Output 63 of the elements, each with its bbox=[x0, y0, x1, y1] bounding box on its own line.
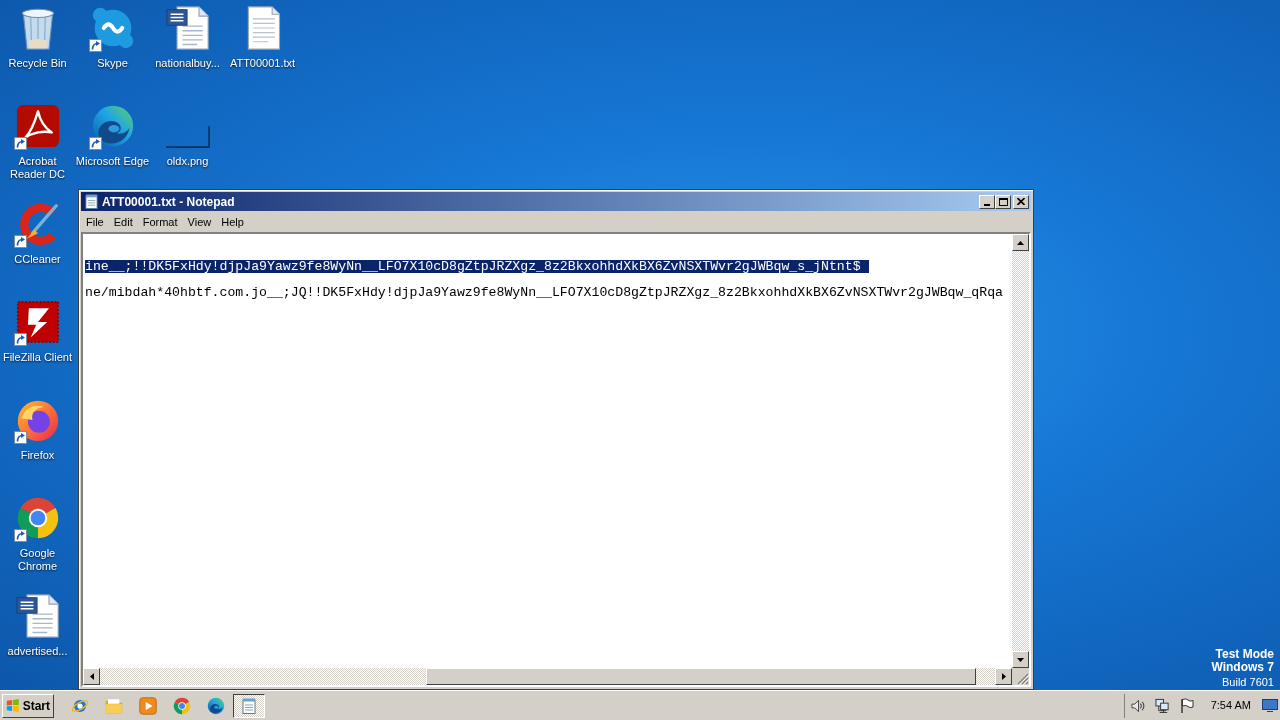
scroll-right-button[interactable] bbox=[995, 668, 1012, 685]
desktop-item[interactable]: Acrobat Reader DC bbox=[0, 100, 75, 181]
desktop-item[interactable]: CCleaner bbox=[0, 198, 75, 266]
menu-item[interactable]: View bbox=[182, 215, 217, 229]
image-file-icon bbox=[165, 126, 210, 148]
desktop-item[interactable]: FileZilla Client bbox=[0, 296, 75, 364]
notepad-icon bbox=[85, 194, 98, 209]
maximize-button[interactable] bbox=[995, 194, 1011, 209]
window-title: ATT00001.txt - Notepad bbox=[102, 194, 235, 209]
clock-text[interactable]: 7:54 AM bbox=[1210, 699, 1251, 712]
text-line: ne/mibdah*40hbtf.com.jo__;JQ!!DK5FxHdy!djpJa9Yawz9fe8WyNn__LFO7X10cD8gZtpJRZXgz_8z2BkxohhdXkBX6ZvNSXTWvr2gJWBqw_qRqa bbox=[85, 286, 1003, 299]
show-desktop-icon[interactable] bbox=[1262, 699, 1278, 712]
speaker-icon[interactable] bbox=[1130, 698, 1146, 713]
desktop-item[interactable]: Skype bbox=[75, 2, 150, 70]
lightning-bolt-icon bbox=[15, 300, 60, 344]
menu-item[interactable]: File bbox=[81, 215, 109, 229]
horizontal-scrollbar[interactable] bbox=[83, 668, 1012, 685]
chat-app-icon bbox=[90, 6, 135, 50]
document-icon bbox=[15, 594, 60, 638]
menu-item[interactable]: Format bbox=[137, 215, 183, 229]
menu-item[interactable]: Edit bbox=[108, 215, 138, 229]
desktop-item[interactable]: Firefox bbox=[0, 394, 75, 462]
notepad-icon bbox=[242, 697, 256, 714]
menu-item[interactable]: Help bbox=[216, 215, 249, 229]
vertical-scrollbar[interactable] bbox=[1012, 234, 1029, 668]
left-arrow-icon bbox=[89, 673, 94, 680]
network-icon[interactable] bbox=[1154, 698, 1170, 713]
browser-icon[interactable] bbox=[207, 696, 225, 715]
browser-icon[interactable] bbox=[173, 696, 191, 715]
down-arrow-icon bbox=[1017, 657, 1024, 662]
desktop-item[interactable]: Microsoft Edge bbox=[75, 100, 150, 168]
document-icon bbox=[165, 6, 210, 50]
system-notice-text: Windows 7 bbox=[1211, 661, 1274, 674]
desktop-item[interactable]: oldx.png bbox=[150, 100, 225, 168]
start-logo-icon bbox=[6, 698, 20, 713]
start-button[interactable]: Start bbox=[2, 693, 54, 718]
desktop-item[interactable]: Recycle Bin bbox=[0, 2, 75, 70]
system-notice-text: Test Mode bbox=[1215, 648, 1274, 661]
maximize-icon bbox=[998, 197, 1008, 206]
close-icon bbox=[1017, 198, 1025, 205]
scroll-left-button[interactable] bbox=[83, 668, 100, 685]
size-grip-icon[interactable] bbox=[1017, 673, 1029, 685]
minimize-icon bbox=[984, 203, 990, 206]
minimize-button[interactable] bbox=[979, 194, 995, 209]
up-arrow-icon bbox=[1017, 240, 1024, 245]
flag-icon[interactable] bbox=[1179, 698, 1194, 713]
text-area[interactable] bbox=[83, 234, 1012, 668]
desktop-item[interactable]: nationalbuy... bbox=[150, 2, 225, 70]
media-player-icon[interactable] bbox=[139, 696, 157, 715]
desktop-item[interactable]: advertised... bbox=[0, 590, 75, 658]
browser-icon bbox=[90, 104, 135, 148]
desktop-item[interactable]: Google Chrome bbox=[0, 492, 75, 573]
pdf-document-icon bbox=[15, 104, 60, 148]
browser-icon bbox=[15, 398, 60, 442]
system-notice-text: Build 7601 bbox=[1222, 675, 1274, 690]
close-button[interactable] bbox=[1013, 194, 1029, 209]
right-arrow-icon bbox=[1001, 673, 1006, 680]
scroll-up-button[interactable] bbox=[1012, 234, 1029, 251]
browser-icon bbox=[15, 496, 60, 540]
scroll-down-button[interactable] bbox=[1012, 651, 1029, 668]
desktop-item[interactable]: ATT00001.txt bbox=[225, 2, 300, 70]
taskbar-button[interactable] bbox=[233, 693, 265, 718]
scrollbar-thumb[interactable] bbox=[426, 668, 976, 685]
